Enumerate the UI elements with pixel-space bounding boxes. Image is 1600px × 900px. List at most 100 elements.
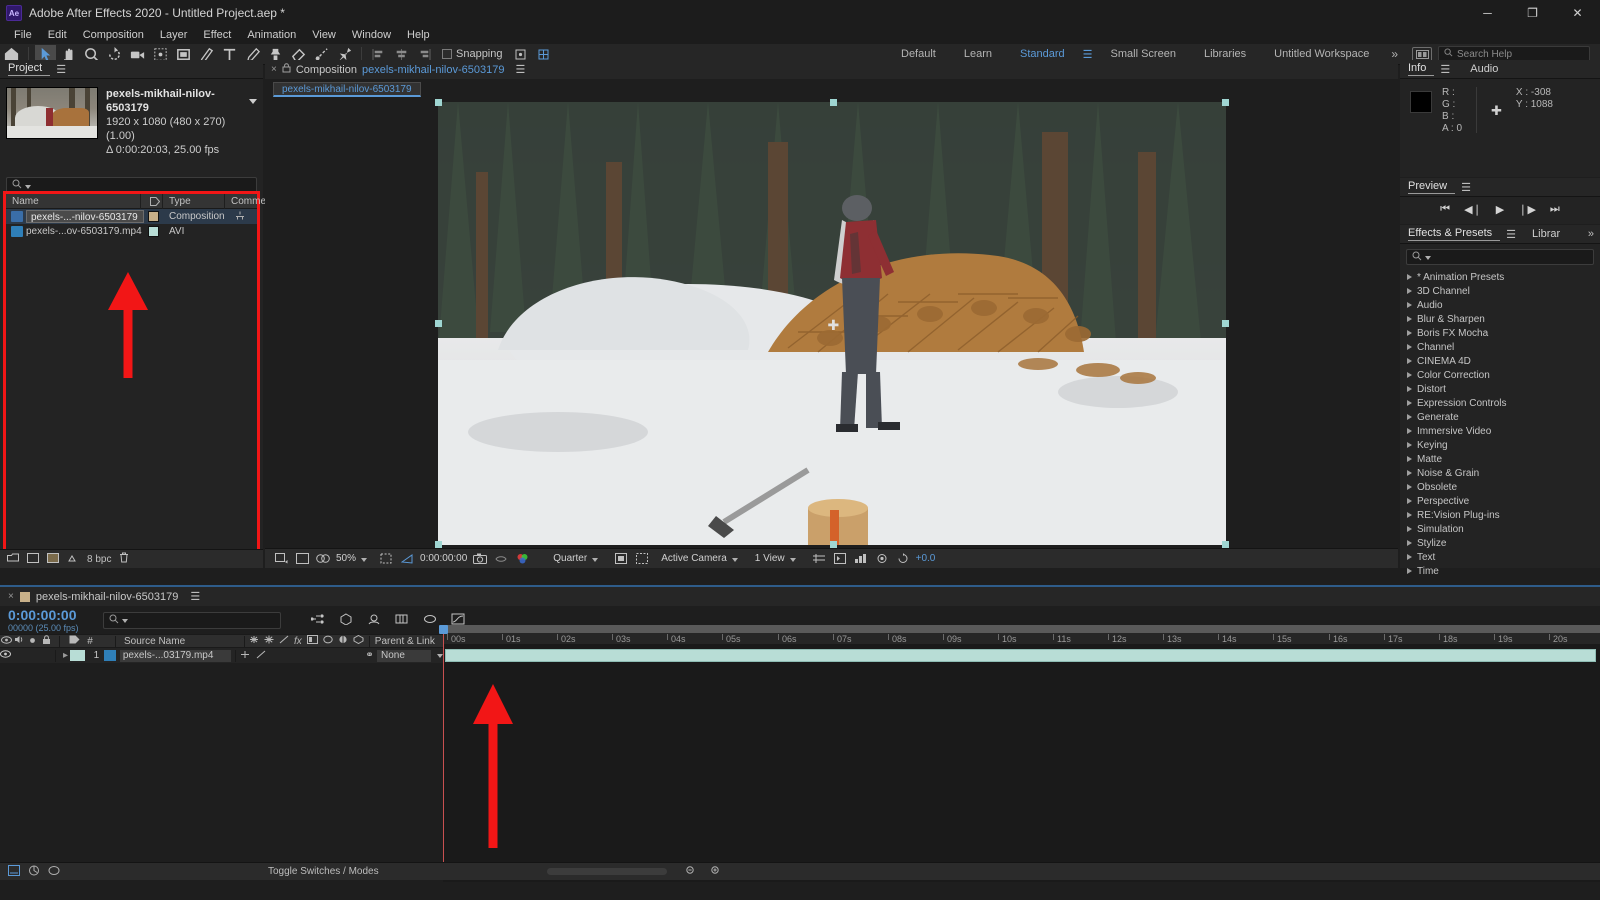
hide-shy-layers-icon[interactable]: [367, 613, 381, 628]
region-of-interest-icon[interactable]: [378, 551, 394, 566]
chevron-right-icon[interactable]: [1407, 568, 1412, 574]
exposure-reset-icon[interactable]: [895, 551, 911, 566]
effects-category-expression-controls[interactable]: Expression Controls: [1404, 396, 1600, 410]
adjustment-icon[interactable]: [338, 635, 348, 647]
frame-blend-icon[interactable]: [307, 635, 318, 647]
selection-handle-ml[interactable]: [435, 320, 442, 327]
comp-flowchart-icon[interactable]: [853, 551, 869, 566]
tab-effects-and-presets[interactable]: Effects & Presets: [1408, 227, 1500, 241]
chevron-right-icon[interactable]: [1407, 526, 1412, 532]
effects-category-distort[interactable]: Distort: [1404, 382, 1600, 396]
timeline-search-dropdown-icon[interactable]: [122, 614, 128, 626]
show-snapshot-icon[interactable]: [493, 551, 509, 566]
tag-icon[interactable]: [141, 194, 163, 209]
effects-category-boris-fx-mocha[interactable]: Boris FX Mocha: [1404, 326, 1600, 340]
menu-item-layer[interactable]: Layer: [152, 27, 196, 43]
selection-handle-tr[interactable]: [1222, 99, 1229, 106]
chevron-right-icon[interactable]: [1407, 540, 1412, 546]
chevron-right-icon[interactable]: [1407, 316, 1412, 322]
snapping-checkbox[interactable]: [442, 49, 452, 59]
close-icon[interactable]: ×: [271, 64, 277, 75]
work-area-bar[interactable]: [443, 625, 1600, 633]
exposure-value[interactable]: +0.0: [916, 553, 936, 564]
menu-item-view[interactable]: View: [304, 27, 344, 43]
lock-icon[interactable]: [282, 63, 291, 76]
time-ruler[interactable]: 00s01s02s03s04s05s06s07s08s09s10s11s12s1…: [443, 625, 1600, 645]
effects-category-obsolete[interactable]: Obsolete: [1404, 480, 1600, 494]
chevron-right-icon[interactable]: [1407, 442, 1412, 448]
collapse-icon[interactable]: [264, 635, 274, 647]
effects-search-input[interactable]: [1406, 249, 1594, 265]
layer-shy-switch[interactable]: [240, 650, 250, 662]
snapshot-icon[interactable]: [472, 551, 488, 566]
effects-category-blur-sharpen[interactable]: Blur & Sharpen: [1404, 312, 1600, 326]
tab-libraries[interactable]: Librar: [1532, 228, 1568, 240]
effects-category-matte[interactable]: Matte: [1404, 452, 1600, 466]
zoom-out-icon[interactable]: [685, 865, 696, 879]
new-comp-icon[interactable]: [27, 553, 39, 566]
effects-category-noise-grain[interactable]: Noise & Grain: [1404, 466, 1600, 480]
menu-item-effect[interactable]: Effect: [195, 27, 239, 43]
first-frame-button[interactable]: ⏮: [1440, 203, 1450, 216]
menu-item-help[interactable]: Help: [399, 27, 438, 43]
zoom-in-icon[interactable]: [710, 865, 721, 879]
chevron-down-icon[interactable]: [249, 99, 257, 104]
effects-overflow-icon[interactable]: »: [1582, 228, 1600, 240]
layer-visibility-toggle[interactable]: [0, 650, 11, 661]
effects-category-cinema-4d[interactable]: CINEMA 4D: [1404, 354, 1600, 368]
minimize-button[interactable]: ─: [1465, 0, 1510, 26]
preview-panel-menu-icon[interactable]: ☰: [1455, 181, 1477, 194]
timeline-panel-menu-icon[interactable]: ☰: [184, 590, 206, 603]
shy-icon[interactable]: [235, 211, 245, 223]
composition-mini-flowchart-icon[interactable]: [311, 613, 325, 628]
effects-category-3d-channel[interactable]: 3D Channel: [1404, 284, 1600, 298]
effects-category-generate[interactable]: Generate: [1404, 410, 1600, 424]
chevron-right-icon[interactable]: [1407, 470, 1412, 476]
effects-category-perspective[interactable]: Perspective: [1404, 494, 1600, 508]
selection-handle-bl[interactable]: [435, 541, 442, 548]
chevron-right-icon[interactable]: [1407, 386, 1412, 392]
project-row-name[interactable]: pexels-...ov-6503179.mp4: [26, 226, 144, 237]
effects-category-audio[interactable]: Audio: [1404, 298, 1600, 312]
layer-label-swatch[interactable]: [70, 650, 85, 661]
source-name-column-header[interactable]: Source Name: [120, 636, 240, 647]
toggle-switches-modes-label[interactable]: Toggle Switches / Modes: [268, 866, 379, 877]
3d-layer-icon[interactable]: [353, 635, 364, 647]
project-row-label-swatch[interactable]: [148, 226, 159, 237]
toggle-guides-icon[interactable]: [613, 551, 629, 566]
workspace-overflow-icon[interactable]: »: [1383, 47, 1406, 61]
current-time-value[interactable]: 0:00:00:00: [8, 608, 79, 623]
snapping-toggle[interactable]: Snapping: [442, 48, 503, 60]
play-button[interactable]: ▶: [1496, 203, 1504, 216]
project-settings-icon[interactable]: [47, 553, 59, 566]
effects-category-time[interactable]: Time: [1404, 564, 1600, 578]
index-column-header[interactable]: #: [83, 636, 97, 647]
chevron-right-icon[interactable]: [1407, 358, 1412, 364]
eye-icon[interactable]: [0, 636, 12, 647]
selection-handle-bc[interactable]: [830, 541, 837, 548]
selection-handle-br[interactable]: [1222, 541, 1229, 548]
last-frame-button[interactable]: ⏭: [1550, 203, 1560, 216]
column-name[interactable]: Name: [6, 194, 141, 209]
effects-category-re-vision-plug-ins[interactable]: RE:Vision Plug-ins: [1404, 508, 1600, 522]
timeline-layer-row[interactable]: ▸1pexels-...03179.mp4⚭None: [0, 648, 443, 663]
cti-head[interactable]: [439, 625, 448, 634]
previous-frame-button[interactable]: ◀❘: [1464, 203, 1482, 216]
next-frame-button[interactable]: ❘▶: [1518, 203, 1536, 216]
tab-audio[interactable]: Audio: [1470, 63, 1506, 75]
workspace-menu-icon[interactable]: ☰: [1079, 48, 1097, 61]
effects-category-keying[interactable]: Keying: [1404, 438, 1600, 452]
tag-icon[interactable]: [65, 635, 83, 647]
layer-quality-switch[interactable]: [256, 650, 266, 662]
effects-search-dropdown-icon[interactable]: [1425, 251, 1431, 263]
project-panel-menu-icon[interactable]: ☰: [50, 63, 72, 76]
render-queue-icon[interactable]: [28, 865, 40, 879]
search-dropdown-icon[interactable]: [25, 180, 31, 192]
tab-info[interactable]: Info: [1408, 62, 1434, 76]
quality-icon[interactable]: [279, 635, 289, 647]
menu-item-file[interactable]: File: [6, 27, 40, 43]
lock-icon[interactable]: [38, 635, 54, 648]
resolution-value[interactable]: Quarter: [553, 553, 587, 564]
new-folder-icon[interactable]: [7, 553, 19, 566]
project-row-label-swatch[interactable]: [148, 211, 159, 222]
